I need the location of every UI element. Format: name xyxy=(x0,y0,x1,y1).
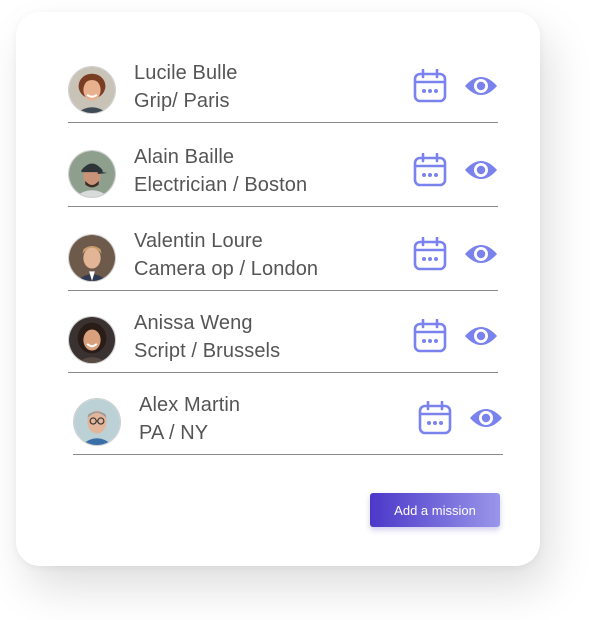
avatar xyxy=(68,234,116,282)
person-role: Script / Brussels xyxy=(134,340,281,362)
calendar-icon[interactable] xyxy=(413,153,447,187)
person-row-alain-baille: Alain Baille Electrician / Boston xyxy=(68,146,498,207)
person-row-lucile-bulle: Lucile Bulle Grip/ Paris xyxy=(68,62,498,123)
calendar-icon[interactable] xyxy=(413,237,447,271)
person-name: Alex Martin xyxy=(139,394,241,416)
avatar xyxy=(68,66,116,114)
calendar-icon[interactable] xyxy=(413,319,447,353)
eye-icon[interactable] xyxy=(464,241,498,267)
add-mission-button[interactable]: Add a mission xyxy=(370,493,500,527)
person-role: Grip/ Paris xyxy=(134,90,230,112)
person-row-alex-martin: Alex Martin PA / NY xyxy=(73,394,503,455)
person-name: Lucile Bulle xyxy=(134,62,238,84)
avatar xyxy=(68,150,116,198)
calendar-icon[interactable] xyxy=(413,69,447,103)
person-name: Anissa Weng xyxy=(134,312,253,334)
team-card: Lucile Bulle Grip/ Paris Alain Baille El… xyxy=(16,12,540,566)
person-role: Camera op / London xyxy=(134,258,319,280)
person-row-valentin-loure: Valentin Loure Camera op / London xyxy=(68,230,498,291)
avatar xyxy=(73,398,121,446)
person-role: PA / NY xyxy=(139,422,209,444)
avatar xyxy=(68,316,116,364)
person-name: Valentin Loure xyxy=(134,230,263,252)
eye-icon[interactable] xyxy=(469,405,503,431)
eye-icon[interactable] xyxy=(464,73,498,99)
person-row-anissa-weng: Anissa Weng Script / Brussels xyxy=(68,312,498,373)
person-name: Alain Baille xyxy=(134,146,235,168)
eye-icon[interactable] xyxy=(464,157,498,183)
person-role: Electrician / Boston xyxy=(134,174,308,196)
eye-icon[interactable] xyxy=(464,323,498,349)
calendar-icon[interactable] xyxy=(418,401,452,435)
